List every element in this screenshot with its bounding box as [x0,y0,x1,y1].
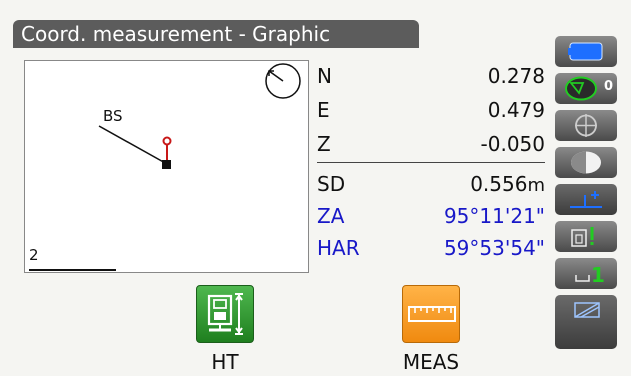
screen-title: Coord. measurement - Graphic [13,20,419,48]
backsight-label: BS [103,107,123,125]
input-mode-button[interactable]: 1 [555,258,617,289]
z-value: -0.050 [480,132,545,156]
sd-label: SD [317,172,346,196]
row-sd: SD 0.556m [315,168,545,200]
input-mode-icon: 1 [575,263,605,287]
tilt-button[interactable] [555,110,617,141]
row-n: N 0.278 [315,60,545,92]
battery-status-button[interactable] [555,36,617,67]
prism-constant-icon [570,191,602,208]
har-value: 59°53'54" [443,236,545,260]
z-label: Z [317,132,331,156]
row-har: HAR 59°53'54" [315,232,545,264]
scale-label: 2 [29,246,39,264]
prism-constant-button[interactable] [555,184,617,215]
row-e: E 0.479 [315,94,545,126]
instrument-station-marker [162,160,171,169]
north-indicator-needle [268,70,284,82]
instrument-height-icon [207,293,243,335]
ht-button[interactable] [196,285,254,343]
za-label: ZA [317,204,345,228]
prism-target-icon [571,151,601,174]
svg-text:1: 1 [591,263,605,287]
za-value: 95°11'21" [443,204,545,228]
screen-mode-button[interactable] [555,295,617,349]
sd-unit: m [527,175,545,196]
e-label: E [317,98,330,122]
plot-canvas [29,63,301,271]
n-label: N [317,64,332,88]
divider [317,162,545,163]
crosshair-icon [575,114,597,137]
row-za: ZA 95°11'21" [315,200,545,232]
compensator-button[interactable] [555,221,617,252]
n-value: 0.278 [487,64,545,88]
ruler-icon [408,306,456,322]
graphic-plot: BS 2 [24,60,309,273]
battery-icon [568,42,603,61]
target-prism-icon [162,136,172,146]
laser-count: 0 [603,79,613,94]
e-value: 0.479 [487,98,545,122]
sd-value: 0.556 [470,172,528,196]
sd-value-group: 0.556m [470,172,545,196]
meas-label: MEAS [402,350,460,374]
target-type-button[interactable] [555,147,617,178]
har-label: HAR [317,236,360,260]
compensator-icon [571,227,594,247]
meas-button[interactable] [402,285,460,343]
ht-label: HT [211,350,239,374]
pencil-edit-icon [574,302,600,318]
laser-pointer-button[interactable]: 0 [555,73,617,104]
row-z: Z -0.050 [315,128,545,160]
backsight-line [98,125,168,165]
